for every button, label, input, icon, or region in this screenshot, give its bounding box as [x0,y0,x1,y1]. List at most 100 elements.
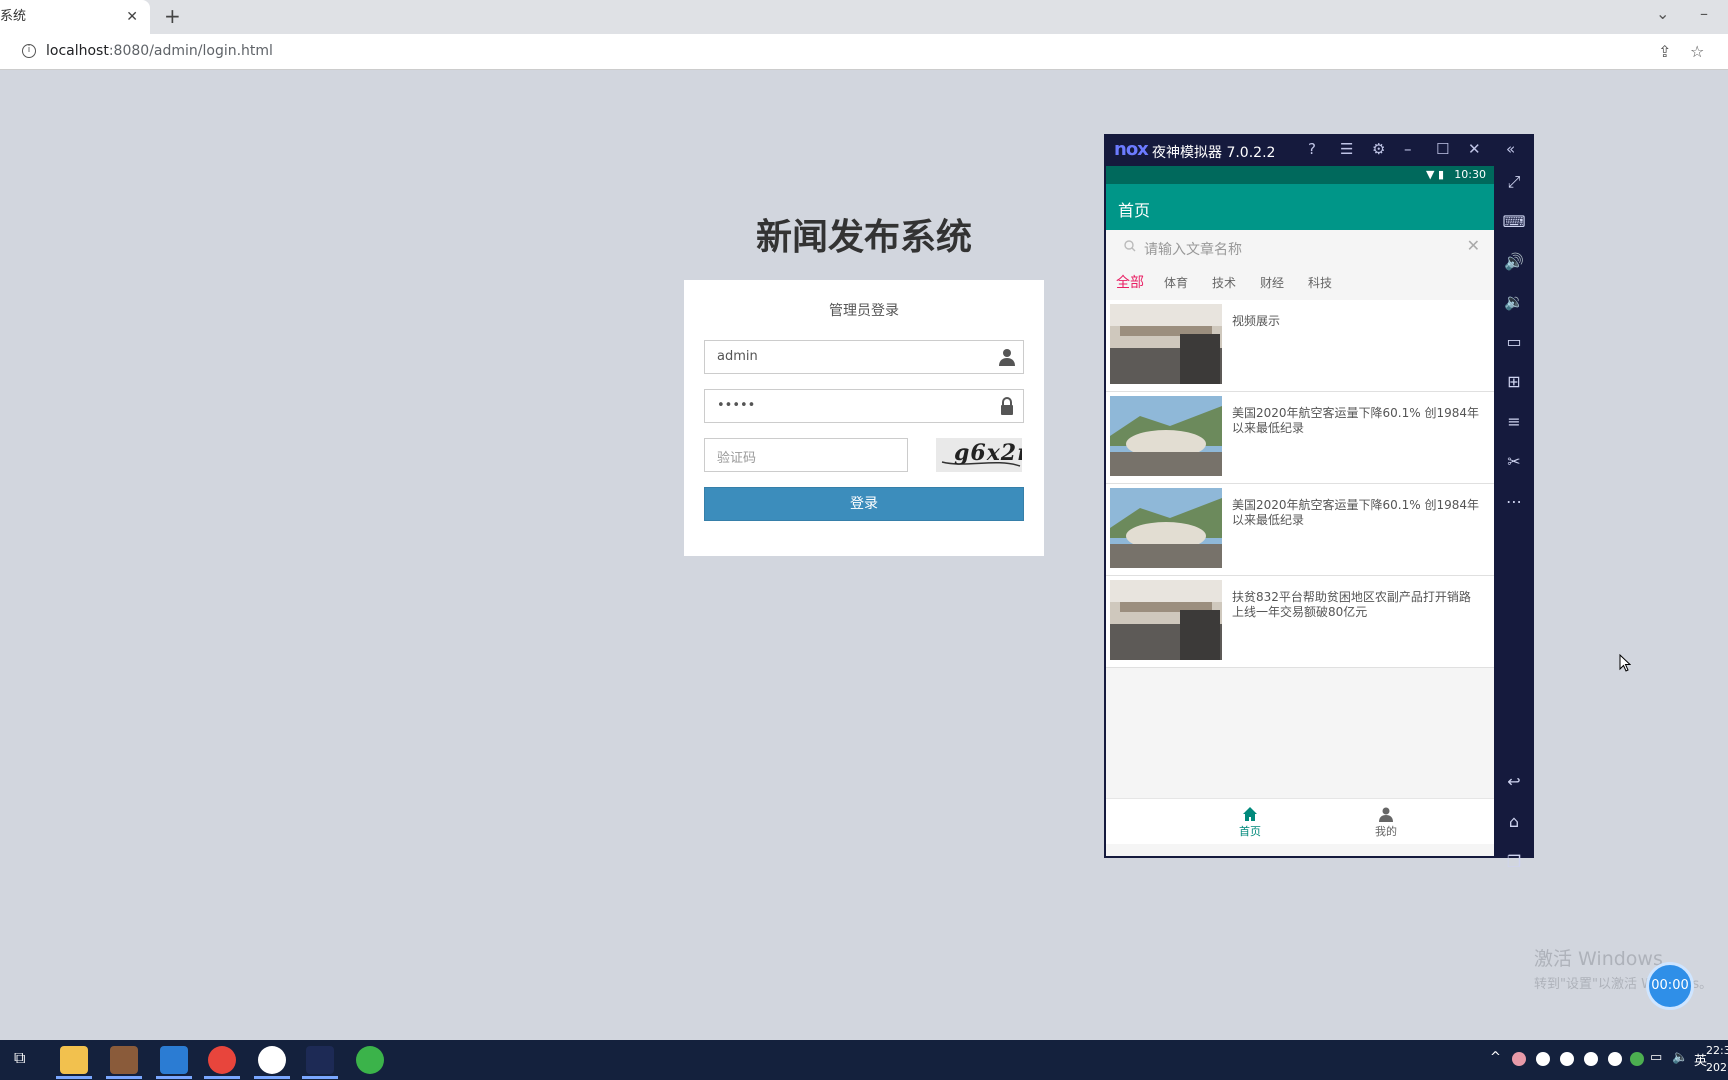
article-search-input[interactable]: 请输入文章名称 ✕ [1106,230,1494,266]
captcha-image[interactable]: g6x2n [936,438,1022,472]
nox-title-bar: nox 夜神模拟器 7.0.2.2 ? ☰ ⚙ – ☐ ✕ « [1104,134,1534,166]
article-thumbnail [1110,488,1222,568]
keyboard-icon[interactable]: ⌨ [1502,210,1526,234]
active-indicator [204,1076,240,1079]
search-icon [1124,240,1136,252]
clear-search-icon[interactable]: ✕ [1467,236,1480,255]
nox-logo: nox [1114,139,1149,160]
qq-icon[interactable] [1608,1052,1622,1066]
login-heading: 管理员登录 [829,303,899,319]
category-tabs: 全部 体育 技术 财经 科技 [1106,268,1494,298]
tray-app-icon[interactable] [1512,1052,1526,1066]
list-item[interactable]: 美国2020年航空客运量下降60.1% 创1984年以来最低纪录 [1106,392,1494,484]
recent-apps-icon[interactable]: ❐ [1502,850,1526,874]
tray-green-icon[interactable] [1630,1052,1644,1066]
install-apk-icon[interactable]: ⊞ [1502,370,1526,394]
new-tab-button[interactable]: + [164,4,181,28]
taskbar-clock[interactable]: 22:3 202 [1706,1042,1728,1076]
article-thumbnail [1110,304,1222,384]
browser-tab[interactable]: 系统 ✕ [0,0,150,34]
app-bar: 首页 [1106,184,1494,230]
volume-muted-icon[interactable]: 🔈 [1672,1050,1688,1065]
category-tab-finance[interactable]: 财经 [1260,274,1284,291]
lock-icon [1001,397,1013,415]
recording-timer[interactable]: 00:00 [1646,962,1694,1010]
qq-icon[interactable] [1560,1052,1574,1066]
volume-down-icon[interactable]: 🔉 [1502,290,1526,314]
list-item[interactable]: 美国2020年航空客运量下降60.1% 创1984年以来最低纪录 [1106,484,1494,576]
category-tab-tech[interactable]: 技术 [1212,274,1236,291]
category-tab-all[interactable]: 全部 [1116,272,1144,292]
green-app-icon[interactable] [356,1046,384,1074]
nox-taskbar-icon[interactable] [306,1046,334,1074]
nav-home-label: 首页 [1239,825,1261,838]
android-screen: ▼ ▮ 10:30 首页 请输入文章名称 ✕ 全部 体育 技术 财经 科技 视频… [1106,166,1494,856]
bookmark-star-icon[interactable]: ☆ [1690,42,1704,61]
status-time: 10:30 [1454,168,1486,181]
article-title: 美国2020年航空客运量下降60.1% 创1984年以来最低纪录 [1232,406,1480,435]
windows-taskbar: ⧉ ^ ▭ 🔈 英 22:3 202 [0,1040,1728,1080]
screenshot-scissors-icon[interactable]: ✂ [1502,450,1526,474]
login-button[interactable]: 登录 [704,487,1024,521]
maximize-icon[interactable]: ☐ [1436,140,1449,158]
login-box: 管理员登录 admin ••••• 验证码 g6x2n 登录 [684,280,1044,556]
captcha-input[interactable]: 验证码 [704,438,908,472]
menu-icon[interactable]: ☰ [1340,140,1353,158]
password-value: ••••• [717,398,756,413]
close-icon[interactable]: ✕ [1468,140,1481,158]
share-icon[interactable]: ⇪ [1658,42,1671,61]
clock-time: 22:3 [1706,1044,1728,1057]
category-tab-sports[interactable]: 体育 [1164,274,1188,291]
vscode-icon[interactable] [160,1046,188,1074]
tray-overflow-icon[interactable]: ^ [1490,1050,1501,1065]
settings-gear-icon[interactable]: ⚙ [1372,140,1385,158]
article-title: 视频展示 [1232,314,1281,328]
network-icon[interactable]: ▭ [1650,1050,1662,1065]
file-explorer-icon[interactable] [60,1046,88,1074]
active-indicator [106,1076,142,1079]
collapse-sidebar-icon[interactable]: « [1506,140,1515,158]
more-icon[interactable]: ⋯ [1502,490,1526,514]
password-input[interactable]: ••••• [704,389,1024,423]
minimize-icon[interactable]: – [1404,140,1412,158]
nav-home[interactable]: 首页 [1220,805,1280,839]
article-title: 扶贫832平台帮助贫困地区农副产品打开销路 上线一年交易额破80亿元 [1232,590,1471,619]
minimize-window-icon[interactable]: – [1700,4,1708,23]
qq-icon[interactable] [1584,1052,1598,1066]
bottom-navigation: 首页 我的 [1106,798,1494,844]
multi-instance-icon[interactable]: ≡ [1502,410,1526,434]
site-info-icon[interactable]: i [22,44,36,58]
user-icon [999,349,1015,366]
username-value: admin [717,349,758,364]
list-item[interactable]: 视频展示 [1106,300,1494,392]
nav-mine[interactable]: 我的 [1356,805,1416,839]
article-list: 视频展示 美国2020年航空客运量下降60.1% 创1984年以来最低纪录 美国… [1106,300,1494,668]
qq-icon[interactable] [1536,1052,1550,1066]
volume-up-icon[interactable]: 🔊 [1502,250,1526,274]
screen-icon[interactable]: ▭ [1502,330,1526,354]
list-item[interactable]: 扶贫832平台帮助贫困地区农副产品打开销路 上线一年交易额破80亿元 [1106,576,1494,668]
tab-close-icon[interactable]: ✕ [126,0,138,34]
chrome-icon[interactable] [208,1046,236,1074]
url-field[interactable]: i localhost:8080/admin/login.html [12,38,1652,66]
captcha-placeholder: 验证码 [717,451,757,466]
captcha-text: g6x2n [954,440,1022,466]
game-app-icon[interactable] [110,1046,138,1074]
system-title: 新闻发布系统 [755,217,972,258]
home-icon [1243,807,1257,821]
url-text: localhost:8080/admin/login.html [46,43,273,59]
tab-search-chevron-icon[interactable]: ⌄ [1656,4,1669,23]
active-indicator [56,1076,92,1079]
username-input[interactable]: admin [704,340,1024,374]
nav-mine-label: 我的 [1375,825,1397,838]
clock-date: 202 [1706,1061,1727,1074]
back-icon[interactable]: ↩ [1502,770,1526,794]
hbuilder-icon[interactable] [258,1046,286,1074]
category-tab-science[interactable]: 科技 [1308,274,1332,291]
nox-emulator-window: nox 夜神模拟器 7.0.2.2 ? ☰ ⚙ – ☐ ✕ « ▼ ▮ 10:3… [1104,134,1534,871]
browser-tab-bar: 系统 ✕ + ⌄ – [0,0,1728,34]
android-home-icon[interactable]: ⌂ [1502,810,1526,834]
task-view-icon[interactable]: ⧉ [14,1048,25,1068]
fullscreen-icon[interactable]: ⤢ [1502,170,1526,194]
help-icon[interactable]: ? [1308,140,1316,158]
